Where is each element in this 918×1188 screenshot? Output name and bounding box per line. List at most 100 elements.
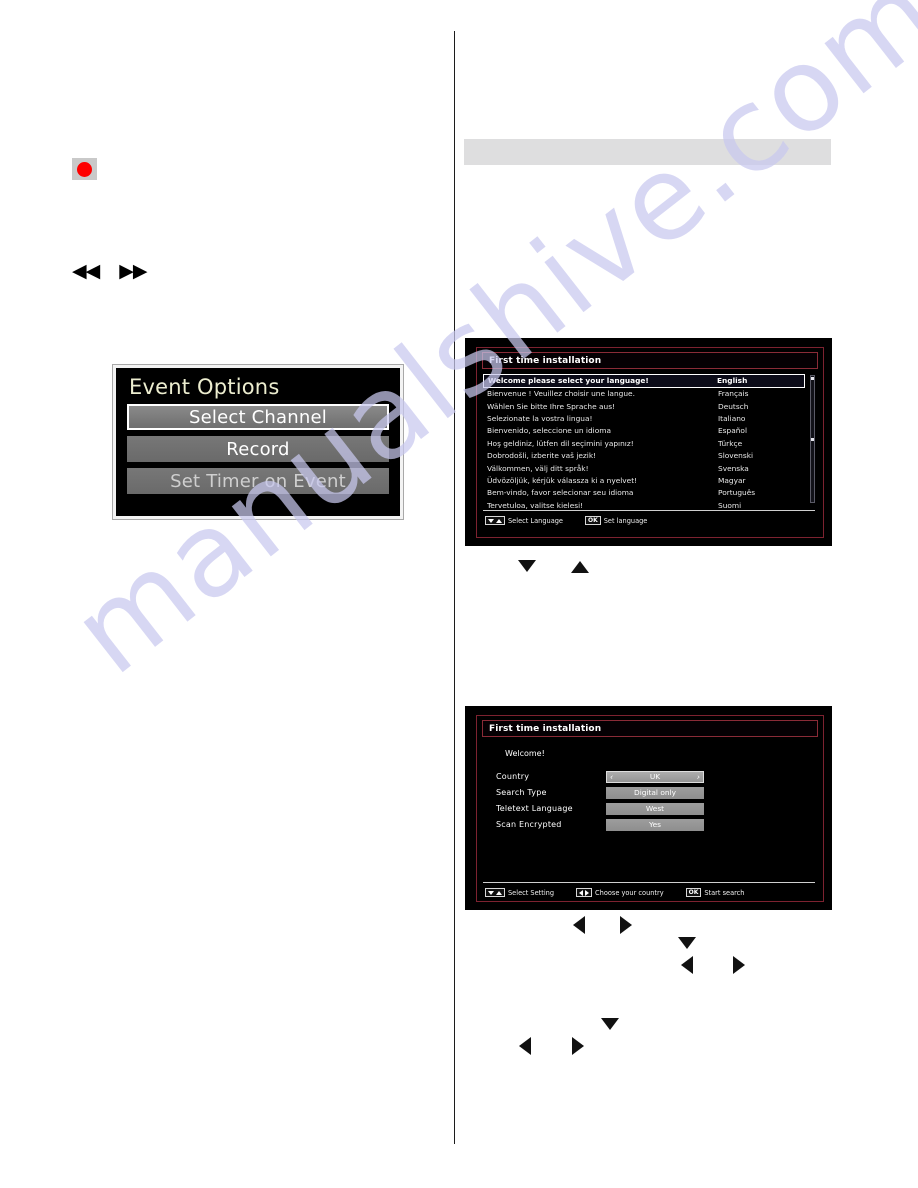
osd-frame: First time installation Welcome please s… <box>476 347 824 538</box>
language-prompt: Tervetuloa, valitse kielesi! <box>487 500 584 510</box>
osd-footer-separator <box>483 882 815 883</box>
manual-page: manualshive.com ◀◀ ▶▶ Event Options Sele… <box>0 0 918 1188</box>
setting-label: Country <box>496 772 530 781</box>
footer-key-set-language: OK Set language <box>584 516 648 525</box>
event-options-item-label: Select Channel <box>189 406 327 428</box>
record-button-key <box>72 158 97 180</box>
event-options-screenshot: Event Options Select Channel Record Set … <box>112 364 404 520</box>
language-prompt: Hoş geldiniz, lütfen dil seçimini yapını… <box>487 438 634 448</box>
footer-key-label: Start search <box>704 888 745 897</box>
section-heading-band <box>464 139 831 165</box>
scrollbar-mid-nub <box>811 438 814 441</box>
language-list-item[interactable]: Hoş geldiniz, lütfen dil seçimini yapını… <box>483 437 805 449</box>
setting-value[interactable]: Yes <box>606 818 704 831</box>
osd-footer: Select Language OK Set language <box>485 516 815 525</box>
language-prompt: Välkommen, välj ditt språk! <box>487 463 589 473</box>
transport-keys: ◀◀ ▶▶ <box>72 260 147 282</box>
arrow-right-icon <box>733 956 745 974</box>
arrow-right-icon <box>572 1037 584 1055</box>
language-prompt: Üdvözöljük, kérjük válassza ki a nyelvet… <box>487 475 638 485</box>
osd-footer: Select Setting Choose your country OK St… <box>485 888 815 897</box>
language-list-item[interactable]: Bienvenido, seleccione un idioma Español <box>483 425 805 437</box>
language-name: Italiano <box>718 413 746 423</box>
setting-row-search-type[interactable]: Search Type Digital only <box>496 786 805 799</box>
setting-value[interactable]: West <box>606 802 704 815</box>
language-prompt: Welcome please select your language! <box>488 376 649 386</box>
osd-header-title: First time installation <box>489 355 602 366</box>
setting-label: Teletext Language <box>496 804 573 813</box>
record-circle-icon <box>77 161 92 177</box>
setting-value-text: Digital only <box>634 788 676 797</box>
footer-key-choose-country: Choose your country <box>576 888 664 897</box>
arrow-down-icon <box>601 1018 619 1030</box>
event-options-osd: Event Options Select Channel Record Set … <box>116 368 400 516</box>
welcome-text: Welcome! <box>505 749 545 758</box>
ok-keycap: OK <box>584 516 601 525</box>
osd-footer-separator <box>483 510 815 511</box>
language-name: Suomi <box>718 500 742 510</box>
dpad-horizontal-keycap <box>576 888 593 897</box>
scrollbar-top-nub <box>811 377 814 380</box>
language-list-item[interactable]: Bem-vindo, favor selecionar seu idioma P… <box>483 487 805 499</box>
language-list[interactable]: Welcome please select your language! Eng… <box>483 374 805 511</box>
osd-header: First time installation <box>482 352 818 369</box>
language-list-item[interactable]: Selezionate la vostra lingua! Italiano <box>483 412 805 424</box>
first-time-installation-settings-screenshot: First time installation Welcome! Country… <box>465 706 832 910</box>
language-name: Türkçe <box>718 438 743 448</box>
arrow-up-icon <box>571 561 589 573</box>
setting-value[interactable]: ‹ UK › <box>606 770 704 783</box>
chevron-right-icon[interactable]: › <box>697 772 700 781</box>
footer-key-label: Select Setting <box>508 888 555 897</box>
language-name: Deutsch <box>718 401 749 411</box>
setting-row-scan-encrypted[interactable]: Scan Encrypted Yes <box>496 818 805 831</box>
arrow-down-icon <box>678 937 696 949</box>
arrow-right-icon <box>620 916 632 934</box>
language-prompt: Bienvenue ! Veuillez choisir une langue. <box>487 389 635 399</box>
language-list-item[interactable]: Bienvenue ! Veuillez choisir une langue.… <box>483 388 805 400</box>
language-prompt: Wählen Sie bitte Ihre Sprache aus! <box>487 401 616 411</box>
osd-header: First time installation <box>482 720 818 737</box>
footer-key-label: Set language <box>603 516 648 525</box>
dpad-vertical-keycap <box>485 888 505 897</box>
language-prompt: Bienvenido, seleccione un idioma <box>487 426 611 436</box>
event-options-item-set-timer-on-event[interactable]: Set Timer on Event <box>127 468 389 494</box>
language-name: Svenska <box>718 463 749 473</box>
osd-header-title: First time installation <box>489 723 602 734</box>
language-name: Español <box>718 426 747 436</box>
language-prompt: Selezionate la vostra lingua! <box>487 413 593 423</box>
language-list-item[interactable]: Wählen Sie bitte Ihre Sprache aus! Deuts… <box>483 400 805 412</box>
language-name: English <box>717 376 748 386</box>
language-name: Português <box>718 488 756 498</box>
event-options-item-label: Set Timer on Event <box>170 470 346 492</box>
language-name: Français <box>718 389 749 399</box>
language-list-item[interactable]: Welcome please select your language! Eng… <box>483 374 805 388</box>
setting-value[interactable]: Digital only <box>606 786 704 799</box>
setting-label: Scan Encrypted <box>496 820 562 829</box>
arrow-down-icon <box>488 518 494 523</box>
language-list-scrollbar[interactable] <box>810 375 815 503</box>
footer-key-select-setting: Select Setting <box>485 888 554 897</box>
setting-row-teletext-language[interactable]: Teletext Language West <box>496 802 805 815</box>
event-options-item-select-channel[interactable]: Select Channel <box>127 404 389 430</box>
language-prompt: Bem-vindo, favor selecionar seu idioma <box>487 488 634 498</box>
language-list-item[interactable]: Dobrodošli, izberite vaš jezik! Slovensk… <box>483 449 805 461</box>
rewind-icon: ◀◀ <box>72 260 100 282</box>
arrow-up-icon <box>496 890 502 895</box>
setting-row-country[interactable]: Country ‹ UK › <box>496 770 805 783</box>
osd-frame: First time installation Welcome! Country… <box>476 715 824 902</box>
setting-value-text: Yes <box>649 820 661 829</box>
setting-value-text: UK <box>649 772 661 781</box>
event-options-item-record[interactable]: Record <box>127 436 389 462</box>
column-divider <box>454 31 455 1144</box>
event-options-item-label: Record <box>226 438 290 460</box>
language-list-item[interactable]: Üdvözöljük, kérjük válassza ki a nyelvet… <box>483 474 805 486</box>
fast-forward-icon: ▶▶ <box>119 260 147 282</box>
language-list-item[interactable]: Välkommen, välj ditt språk! Svenska <box>483 462 805 474</box>
setting-value-text: West <box>645 804 665 813</box>
footer-key-start-search: OK Start search <box>685 888 745 897</box>
chevron-left-icon[interactable]: ‹ <box>610 772 613 781</box>
arrow-down-icon <box>488 890 494 895</box>
footer-key-label: Select Language <box>508 516 563 525</box>
language-name: Slovenski <box>718 451 754 461</box>
setting-label: Search Type <box>496 788 547 797</box>
